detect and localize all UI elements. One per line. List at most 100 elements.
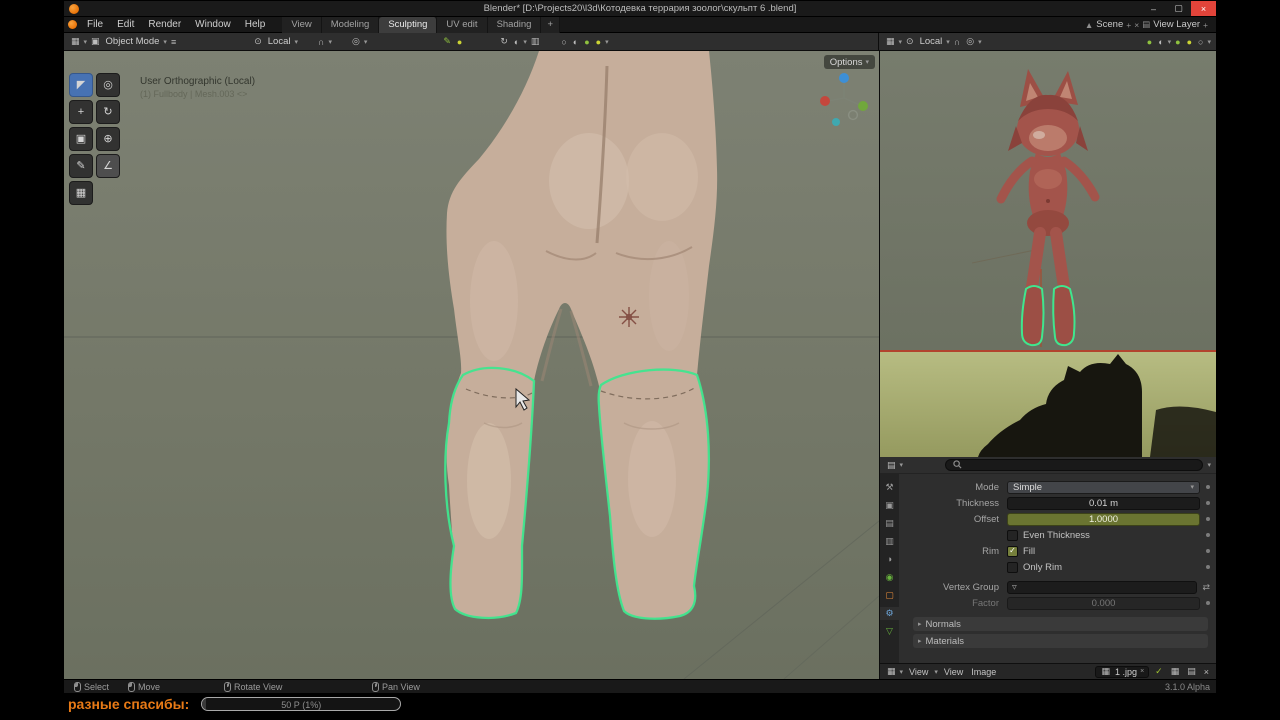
workspace-tab-modeling[interactable]: Modeling <box>321 16 380 33</box>
tool-transform[interactable]: ⊕ <box>96 127 120 151</box>
tab-world[interactable]: ◉ <box>880 571 899 584</box>
tool-scale[interactable]: ▣ <box>69 127 93 151</box>
image-mode-selector[interactable]: View <box>907 667 930 677</box>
orientation-selector[interactable]: Local <box>266 36 293 47</box>
image-datablock-selector[interactable]: ▦ 1 .jpg × <box>1094 665 1150 678</box>
tab-object[interactable]: ▢ <box>880 589 899 602</box>
animate-dot[interactable] <box>1206 601 1210 605</box>
tool-measure[interactable]: ∠ <box>96 154 120 178</box>
minimize-button[interactable]: – <box>1141 1 1166 16</box>
gizmo-minus-z-axis[interactable] <box>832 118 840 126</box>
tab-tool[interactable]: ⚒ <box>880 481 899 494</box>
close-icon[interactable]: × <box>1140 668 1144 675</box>
xray-toggle-icon[interactable]: ▥ <box>529 36 542 47</box>
editor-type-button[interactable]: ▤ ▾ <box>885 460 903 471</box>
vertex-group-field[interactable]: ▿ <box>1007 580 1198 594</box>
tab-render[interactable]: ▣ <box>880 499 899 512</box>
tab-modifiers[interactable]: ⚙ <box>880 607 899 620</box>
tab-view-layer[interactable]: ▥ <box>880 535 899 548</box>
open-image-icon[interactable]: ▤ <box>1185 666 1198 677</box>
menu-help[interactable]: Help <box>238 17 273 33</box>
fill-checkbox[interactable]: ✓ <box>1007 545 1018 557</box>
invert-vertex-group-icon[interactable]: ⇄ <box>1202 582 1210 593</box>
proportional-edit-icon[interactable]: ◎ <box>964 36 976 47</box>
shading-material-icon[interactable]: ● <box>582 37 591 47</box>
editor-type-button[interactable]: ▦ ▾ <box>885 666 903 677</box>
properties-options-chevron-icon[interactable]: ▾ <box>1207 461 1211 469</box>
close-button[interactable]: × <box>1191 1 1216 16</box>
shading-material-icon[interactable]: ● <box>1145 37 1154 47</box>
animate-dot[interactable] <box>1206 549 1210 553</box>
tool-select-box[interactable]: ◤ <box>69 73 93 97</box>
snap-magnet-icon[interactable]: ∩ <box>316 37 326 47</box>
new-scene-icon[interactable]: + <box>1126 20 1131 30</box>
new-image-icon[interactable]: ▦ <box>1169 666 1182 677</box>
fake-user-icon[interactable]: ✓ <box>1153 666 1165 677</box>
even-thickness-checkbox[interactable] <box>1007 529 1018 541</box>
workspace-tab-view[interactable]: View <box>282 16 322 33</box>
scene-selector[interactable]: Scene <box>1096 19 1123 30</box>
only-rim-checkbox[interactable] <box>1007 561 1018 573</box>
tool-cursor[interactable]: ◎ <box>96 73 120 97</box>
snap-magnet-icon[interactable]: ∩ <box>952 37 962 47</box>
material-preview-ball-icon[interactable]: ● <box>455 37 464 47</box>
editor-type-button[interactable]: ▦ ▾ <box>69 36 87 47</box>
annotate-brush-icon[interactable]: ✎ <box>441 36 453 47</box>
overlays-toggle-icon[interactable]: ◐ <box>512 37 521 47</box>
shading-rendered-icon[interactable]: ● <box>1185 37 1194 47</box>
shading-material-icon[interactable]: ● <box>1173 37 1182 47</box>
menu-window[interactable]: Window <box>188 17 238 33</box>
properties-search-input[interactable] <box>945 459 1204 471</box>
orientation-selector[interactable]: Local <box>918 36 945 47</box>
gizmo-z-axis[interactable] <box>839 73 849 83</box>
navigation-gizmo[interactable] <box>815 69 873 127</box>
add-workspace-button[interactable]: + <box>541 16 560 33</box>
animate-dot[interactable] <box>1206 517 1210 521</box>
workspace-tab-sculpting[interactable]: Sculpting <box>379 16 438 33</box>
tab-output[interactable]: ▤ <box>880 517 899 530</box>
section-normals[interactable]: ▸ Normals <box>913 617 1208 631</box>
options-dropdown[interactable]: Options ▾ <box>823 55 875 69</box>
workspace-tab-uv-edit[interactable]: UV edit <box>437 16 488 33</box>
factor-field[interactable]: 0.000 <box>1007 596 1200 610</box>
new-view-layer-icon[interactable]: + <box>1203 20 1208 30</box>
proportional-edit-icon[interactable]: ◎ <box>350 36 362 47</box>
shading-wireframe-icon[interactable]: ○ <box>1196 37 1205 47</box>
view-layer-selector[interactable]: View Layer <box>1153 19 1200 30</box>
menu-file[interactable]: File <box>80 17 110 33</box>
shading-solid-icon[interactable]: ◐ <box>571 37 580 47</box>
blender-menu-icon[interactable] <box>68 20 77 29</box>
gizmo-toggle-icon[interactable]: ↻ <box>498 36 510 47</box>
animate-dot[interactable] <box>1206 501 1210 505</box>
workspace-tab-shading[interactable]: Shading <box>487 16 542 33</box>
gizmo-x-axis[interactable] <box>820 96 830 106</box>
image-editor-view[interactable] <box>880 352 1216 457</box>
thickness-field[interactable]: 0.01 m <box>1007 496 1200 510</box>
unlink-image-icon[interactable]: × <box>1202 667 1211 677</box>
maximize-button[interactable]: ▢ <box>1166 1 1191 16</box>
shading-wireframe-icon[interactable]: ○ <box>559 37 568 47</box>
overlay-menu-icon[interactable]: ≡ <box>169 37 178 47</box>
shading-solid-icon[interactable]: ◐ <box>1156 37 1165 47</box>
tool-move[interactable]: + <box>69 100 93 124</box>
viewport-3d[interactable]: ◤ ◎ + ↻ ▣ ⊕ ✎ ∠ ▦ User Orthographic (Loc… <box>64 51 879 679</box>
editor-type-button[interactable]: ▦ ▾ <box>884 36 902 47</box>
animate-dot[interactable] <box>1206 533 1210 537</box>
tab-object-data[interactable]: ▽ <box>880 625 899 638</box>
unlink-scene-icon[interactable]: × <box>1134 20 1139 30</box>
gizmo-minus-axis[interactable] <box>847 109 859 121</box>
menu-image[interactable]: Image <box>969 667 998 677</box>
menu-render[interactable]: Render <box>141 17 188 33</box>
mode-dropdown[interactable]: Simple ▾ <box>1007 480 1200 494</box>
section-materials[interactable]: ▸ Materials <box>913 634 1208 648</box>
offset-field[interactable]: 1.0000 <box>1007 512 1200 526</box>
animate-dot[interactable] <box>1206 565 1210 569</box>
viewport-secondary[interactable] <box>880 51 1216 350</box>
menu-edit[interactable]: Edit <box>110 17 141 33</box>
shading-rendered-icon[interactable]: ● <box>594 37 603 47</box>
mode-selector[interactable]: Object Mode <box>104 36 162 47</box>
gizmo-y-axis[interactable] <box>858 101 868 111</box>
tool-rotate[interactable]: ↻ <box>96 100 120 124</box>
menu-view[interactable]: View <box>942 667 965 677</box>
snap-chevron-icon[interactable]: ▾ <box>328 38 332 46</box>
